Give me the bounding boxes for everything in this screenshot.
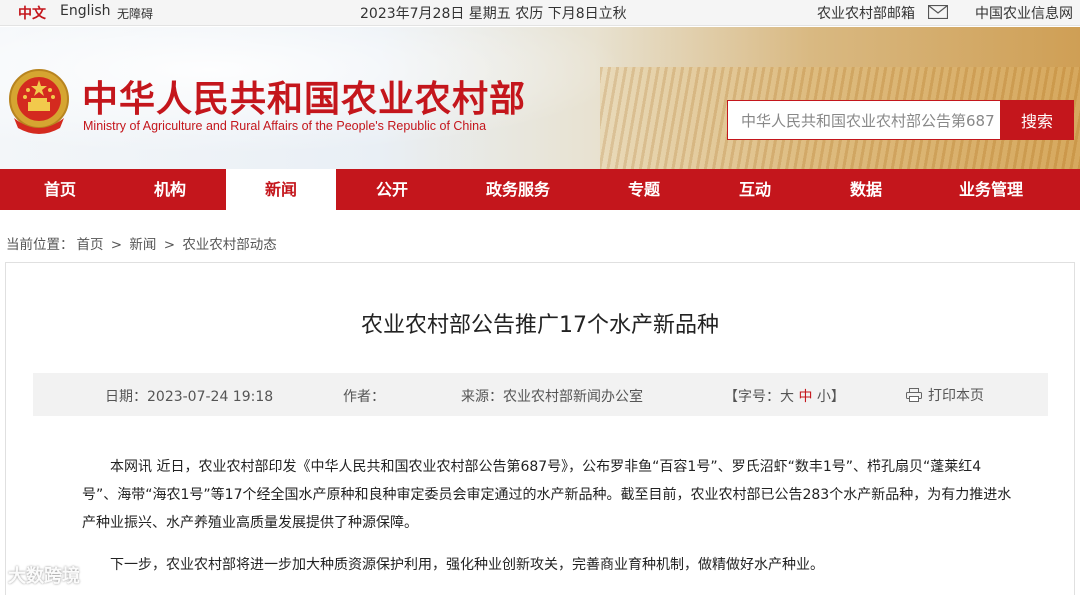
- print-label: 打印本页: [928, 388, 984, 404]
- breadcrumb-separator: >: [110, 237, 123, 253]
- font-large-button[interactable]: 大: [780, 389, 794, 405]
- search-input[interactable]: [728, 101, 1002, 139]
- author-label: 作者：: [343, 389, 385, 405]
- article-title: 农业农村部公告推广17个水产新品种: [361, 313, 719, 338]
- font-size-label-close: 】: [830, 389, 845, 405]
- lang-chinese-link[interactable]: 中文: [18, 3, 46, 23]
- article-meta-bar: 日期：2023-07-24 19:18 作者： 来源：农业农村部新闻办公室 【字…: [33, 373, 1048, 416]
- source-field: 来源：农业农村部新闻办公室: [461, 386, 643, 406]
- lang-english-link[interactable]: English: [60, 3, 111, 19]
- nav-item-news[interactable]: 新闻: [226, 169, 336, 210]
- breadcrumb-news[interactable]: 新闻: [129, 237, 156, 253]
- breadcrumb: 当前位置： 首页 > 新闻 > 农业农村部动态: [6, 233, 280, 253]
- main-nav: 首页 机构 新闻 公开 政务服务 专题 互动 数据 业务管理: [0, 169, 1080, 210]
- site-title[interactable]: 中华人民共和国农业农村部: [82, 70, 526, 122]
- nav-item-home[interactable]: 首页: [0, 169, 120, 210]
- article-paragraph: 下一步，农业农村部将进一步加大种质资源保护利用，强化种业创新攻关，完善商业育种机…: [110, 557, 824, 573]
- header-banner: 中华人民共和国农业农村部 Ministry of Agriculture and…: [0, 27, 1080, 169]
- nav-item-gov-services[interactable]: 政务服务: [462, 169, 574, 210]
- top-bar: 中文 English 无障碍 2023年7月28日 星期五 农历 下月8日立秋 …: [0, 0, 1080, 26]
- print-button[interactable]: 打印本页: [906, 385, 984, 405]
- printer-icon: [906, 388, 922, 402]
- accessibility-link[interactable]: 无障碍: [117, 5, 153, 22]
- source-label: 来源：: [461, 389, 503, 405]
- breadcrumb-ministry-news[interactable]: 农业农村部动态: [182, 237, 277, 253]
- watermark-logo: 大数跨境: [8, 566, 80, 587]
- agri-info-net-link[interactable]: 中国农业信息网: [975, 3, 1073, 23]
- font-medium-button[interactable]: 中: [798, 389, 812, 405]
- national-emblem-icon[interactable]: [8, 68, 70, 136]
- article-container: 农业农村部公告推广17个水产新品种 日期：2023-07-24 19:18 作者…: [5, 262, 1075, 595]
- nav-item-data[interactable]: 数据: [816, 169, 916, 210]
- font-size-label: 【字号：: [724, 389, 780, 405]
- source-value: 农业农村部新闻办公室: [503, 389, 643, 405]
- date-label: 日期：: [105, 389, 147, 405]
- font-small-button[interactable]: 小: [817, 389, 831, 405]
- publish-date: 2023-07-24 19:18: [147, 389, 274, 405]
- nav-item-interaction[interactable]: 互动: [705, 169, 805, 210]
- nav-item-topics[interactable]: 专题: [594, 169, 694, 210]
- date-field: 日期：2023-07-24 19:18: [105, 386, 273, 406]
- breadcrumb-prefix: 当前位置：: [6, 237, 74, 253]
- breadcrumb-home[interactable]: 首页: [77, 237, 104, 253]
- mail-icon[interactable]: [928, 5, 948, 19]
- search-button[interactable]: 搜索: [1000, 100, 1074, 140]
- nav-item-organization[interactable]: 机构: [120, 169, 220, 210]
- site-subtitle-english: Ministry of Agriculture and Rural Affair…: [83, 119, 487, 133]
- article-body: 本网讯 近日，农业农村部印发《中华人民共和国农业农村部公告第687号》，公布罗非…: [82, 453, 1012, 593]
- search-box: 搜索: [727, 100, 1074, 140]
- breadcrumb-separator: >: [163, 237, 176, 253]
- nav-item-public[interactable]: 公开: [340, 169, 444, 210]
- font-size-control: 【字号：大 中 小】: [724, 386, 845, 406]
- nav-item-business-mgmt[interactable]: 业务管理: [935, 169, 1047, 210]
- ministry-mail-link[interactable]: 农业农村部邮箱: [817, 3, 915, 23]
- article-paragraph: 本网讯 近日，农业农村部印发《中华人民共和国农业农村部公告第687号》，公布罗非…: [82, 459, 1012, 531]
- current-date: 2023年7月28日 星期五 农历 下月8日立秋: [360, 6, 627, 22]
